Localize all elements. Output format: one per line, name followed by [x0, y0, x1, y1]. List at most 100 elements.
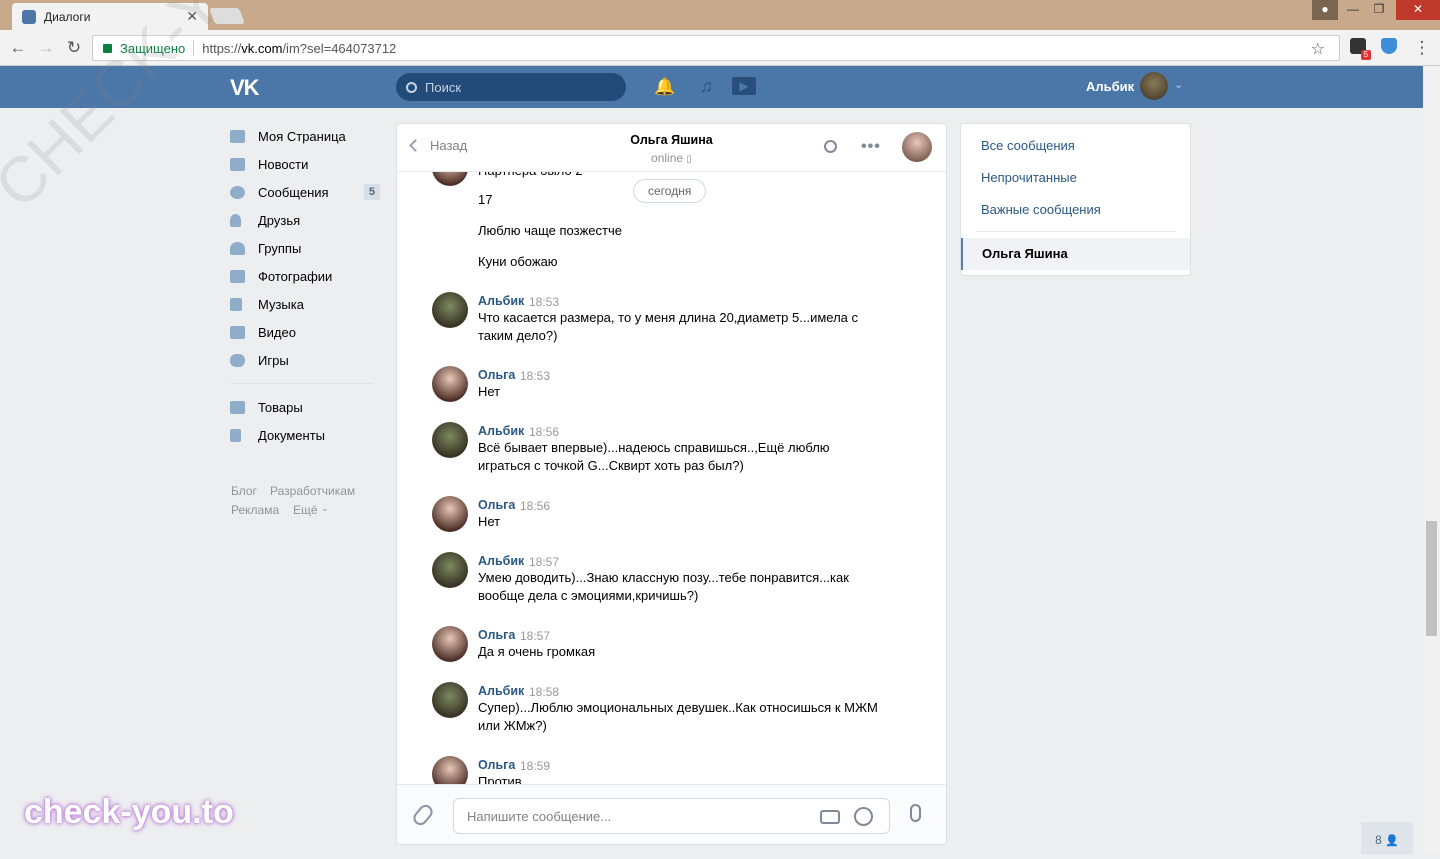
menu-item-games[interactable]: Игры: [230, 346, 380, 374]
browser-menu-icon[interactable]: ⋮: [1412, 38, 1432, 58]
message-time[interactable]: 18:58: [529, 685, 559, 699]
peer-avatar[interactable]: [902, 132, 932, 162]
vk-logo[interactable]: VK: [230, 75, 260, 101]
vk-favicon-icon: [22, 9, 36, 24]
online-friends-button[interactable]: 8 👤: [1361, 822, 1413, 854]
message-time[interactable]: 18:56: [520, 499, 550, 513]
search-icon[interactable]: [824, 140, 837, 153]
footer-link-ads[interactable]: Реклама: [231, 503, 279, 517]
music-note-icon: [230, 297, 242, 311]
avatar[interactable]: [432, 682, 468, 718]
menu-item-groups[interactable]: Группы: [230, 234, 380, 262]
avatar[interactable]: [432, 366, 468, 402]
menu-item-music[interactable]: Музыка: [230, 290, 380, 318]
message-author[interactable]: Альбик: [478, 424, 524, 438]
menu-label: Товары: [258, 399, 303, 415]
filter-unread[interactable]: Непрочитанные: [981, 170, 1077, 185]
menu-label: Видео: [258, 324, 296, 340]
news-icon: [230, 157, 245, 171]
message-text: Умею доводить)...Знаю классную позу...те…: [478, 570, 849, 603]
messages-count-badge: 5: [363, 184, 380, 200]
filter-important[interactable]: Важные сообщения: [981, 202, 1101, 217]
message-list[interactable]: Партнера было 2 сегодня 17 Люблю чаще по…: [397, 172, 946, 784]
menu-item-messages[interactable]: Сообщения 5: [230, 178, 380, 206]
paperclip-icon[interactable]: [410, 802, 436, 828]
forward-arrow-icon[interactable]: →: [36, 38, 56, 58]
maximize-button[interactable]: ❐: [1366, 0, 1392, 20]
selected-dialog[interactable]: Ольга Яшина: [961, 238, 1190, 270]
chevron-down-icon[interactable]: ⌄: [1174, 78, 1183, 91]
avatar[interactable]: [432, 626, 468, 662]
panel-divider: [976, 231, 1176, 232]
avatar[interactable]: [432, 422, 468, 458]
emoji-icon[interactable]: [854, 807, 873, 826]
avatar[interactable]: [432, 496, 468, 532]
online-count: 8: [1375, 833, 1382, 847]
message-text: Да я очень громкая: [478, 644, 596, 659]
extension-badge: 5: [1361, 50, 1371, 60]
menu-label: Новости: [258, 156, 309, 172]
chevron-down-icon: ⌄: [321, 503, 329, 513]
watermark: check-you.to: [24, 793, 234, 831]
menu-item-friends[interactable]: Друзья: [230, 206, 380, 234]
group-icon: [230, 241, 245, 255]
message-time[interactable]: 18:57: [520, 629, 550, 643]
profile-icon[interactable]: ●: [1312, 0, 1338, 20]
user-avatar[interactable]: [1140, 72, 1168, 100]
search-input[interactable]: [425, 79, 605, 95]
message-time[interactable]: 18:53: [529, 295, 559, 309]
back-arrow-icon[interactable]: ←: [8, 38, 28, 58]
message-author[interactable]: Ольга: [478, 628, 515, 642]
filter-all-messages[interactable]: Все сообщения: [981, 138, 1075, 153]
avatar[interactable]: [432, 292, 468, 328]
camera-icon[interactable]: [820, 810, 840, 824]
message-text: Против: [478, 774, 522, 784]
message-time[interactable]: 18:53: [520, 369, 550, 383]
scrollbar[interactable]: [1423, 66, 1440, 854]
search-box[interactable]: [396, 73, 626, 101]
message-author[interactable]: Альбик: [478, 294, 524, 308]
message-text: Нет: [478, 384, 501, 399]
avatar[interactable]: [432, 756, 468, 784]
message-time[interactable]: 18:56: [529, 425, 559, 439]
microphone-icon[interactable]: [910, 804, 921, 822]
message-text: Супер)...Люблю эмоциональных девушек..Ка…: [478, 700, 878, 733]
menu-item-documents[interactable]: Документы: [230, 421, 380, 449]
menu-item-photos[interactable]: Фотографии: [230, 262, 380, 290]
menu-item-my-page[interactable]: Моя Страница: [230, 122, 380, 150]
menu-label: Моя Страница: [258, 128, 346, 144]
video-play-icon[interactable]: ▶: [732, 77, 756, 95]
mobile-icon: ▯: [686, 154, 692, 165]
message-author[interactable]: Ольга: [478, 498, 515, 512]
user-name[interactable]: Альбик: [1086, 79, 1134, 94]
menu-item-news[interactable]: Новости: [230, 150, 380, 178]
menu-item-video[interactable]: Видео: [230, 318, 380, 346]
bookmark-star-icon[interactable]: ☆: [1311, 39, 1325, 59]
bell-icon[interactable]: 🔔: [654, 77, 675, 97]
omnibox[interactable]: Защищено https://vk.com/im?sel=464073712…: [92, 35, 1340, 61]
message-time[interactable]: 18:57: [529, 555, 559, 569]
minimize-button[interactable]: —: [1340, 0, 1366, 20]
message-author[interactable]: Альбик: [478, 684, 524, 698]
message-text: Всё бывает впервые)...надеюсь справишься…: [478, 440, 830, 473]
message-time[interactable]: 18:59: [520, 759, 550, 773]
music-icon[interactable]: ♫: [700, 77, 713, 97]
scrollbar-thumb[interactable]: [1426, 521, 1437, 636]
menu-item-market[interactable]: Товары: [230, 393, 380, 421]
document-icon: [230, 428, 241, 442]
reload-icon[interactable]: ↻: [64, 38, 84, 58]
shield-extension-icon[interactable]: [1381, 38, 1397, 54]
url-path: /im?sel=464073712: [282, 40, 397, 56]
footer-link-dev[interactable]: Разработчикам: [270, 484, 355, 498]
message-author[interactable]: Альбик: [478, 554, 524, 568]
footer-link-blog[interactable]: Блог: [231, 484, 257, 498]
message-author[interactable]: Ольга: [478, 368, 515, 382]
avatar[interactable]: [432, 552, 468, 588]
message-text: Куни обожаю: [478, 254, 558, 269]
more-icon[interactable]: •••: [861, 138, 881, 156]
message-author[interactable]: Ольга: [478, 758, 515, 772]
close-window-button[interactable]: ✕: [1396, 0, 1440, 20]
chat-icon: [230, 185, 245, 199]
avatar[interactable]: [432, 172, 468, 186]
footer-link-more[interactable]: Ещё: [293, 503, 318, 517]
